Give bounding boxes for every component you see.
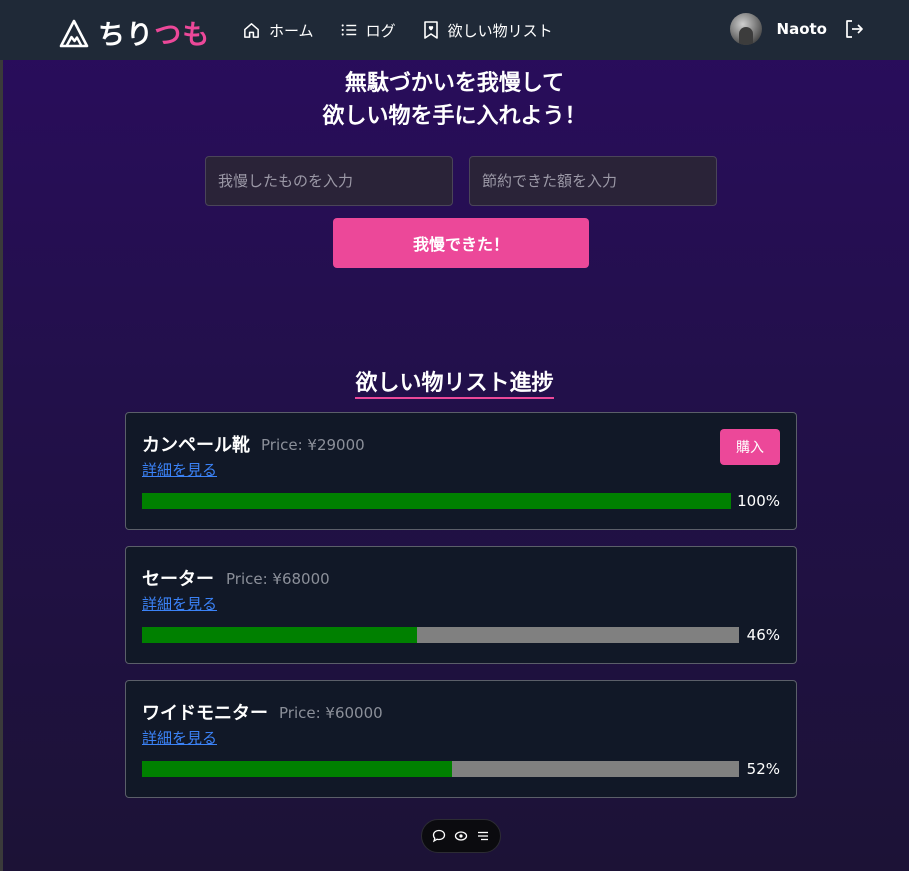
progress-percent: 100% <box>737 492 780 510</box>
item-name: ワイドモニター <box>142 703 268 724</box>
progress-percent: 46% <box>746 626 780 644</box>
submit-button[interactable]: 我慢できた！ <box>333 218 589 268</box>
wishlist-card: ワイドモニター Price: ¥60000 詳細を見る 52% <box>125 680 797 798</box>
app-name-tsumo: つも <box>154 20 211 51</box>
chat-bubble-icon[interactable] <box>432 829 446 843</box>
menu-lines-icon[interactable] <box>476 829 490 843</box>
buy-button[interactable]: 購入 <box>720 429 780 465</box>
nav-log-label: ログ <box>365 21 396 40</box>
details-link[interactable]: 詳細を見る <box>142 727 217 748</box>
item-price: Price: ¥68000 <box>226 570 330 588</box>
hero-title-line2: 欲しい物を手に入れよう！ <box>322 104 587 129</box>
progress-bar <box>142 493 731 509</box>
item-name: カンペール靴 <box>142 435 250 456</box>
mountain-logo-icon <box>59 19 89 47</box>
top-navbar: ちりつも ホーム ログ 欲しい物リスト Naoto <box>0 0 909 60</box>
home-icon <box>244 22 259 38</box>
progress-fill <box>142 761 453 777</box>
item-price: Price: ¥29000 <box>261 436 365 454</box>
wishlist-card: カンペール靴 Price: ¥29000 詳細を見る 購入 100% <box>125 412 797 530</box>
progress-bar <box>142 627 739 643</box>
progress-fill <box>142 493 731 509</box>
app-logo[interactable]: ちりつも <box>58 13 210 52</box>
details-link[interactable]: 詳細を見る <box>142 593 217 614</box>
app-name-chiri: ちり <box>98 20 155 51</box>
floating-toolbar <box>421 819 501 853</box>
avatar[interactable] <box>729 13 762 45</box>
details-link[interactable]: 詳細を見る <box>142 459 217 480</box>
nav-home-label: ホーム <box>269 21 314 40</box>
app-name: ちりつも <box>98 13 210 52</box>
progress-fill <box>142 627 417 643</box>
hero-title: 無駄づかいを我慢して 欲しい物を手に入れよう！ <box>0 67 909 133</box>
user-name: Naoto <box>776 20 827 38</box>
eye-icon[interactable] <box>454 829 468 843</box>
user-menu: Naoto <box>729 13 865 45</box>
item-name: セーター <box>142 569 214 590</box>
section-title: 欲しい物リスト進捗 <box>0 365 909 399</box>
bookmark-heart-icon <box>423 21 438 39</box>
wishlist-card: セーター Price: ¥68000 詳細を見る 46% <box>125 546 797 664</box>
amount-input[interactable] <box>469 156 717 206</box>
main-nav: ホーム ログ 欲しい物リスト <box>242 0 579 60</box>
progress-percent: 52% <box>746 760 780 778</box>
section-title-text: 欲しい物リスト進捗 <box>355 371 554 399</box>
logout-icon[interactable] <box>843 18 865 40</box>
nav-wishlist-label: 欲しい物リスト <box>447 21 553 40</box>
item-input[interactable] <box>205 156 453 206</box>
nav-log[interactable]: ログ <box>340 20 396 41</box>
item-price: Price: ¥60000 <box>279 704 383 722</box>
hero-title-line1: 無駄づかいを我慢して <box>344 71 565 96</box>
list-icon <box>341 24 356 36</box>
progress-bar <box>142 761 739 777</box>
nav-home[interactable]: ホーム <box>242 20 314 41</box>
nav-wishlist[interactable]: 欲しい物リスト <box>422 20 553 41</box>
